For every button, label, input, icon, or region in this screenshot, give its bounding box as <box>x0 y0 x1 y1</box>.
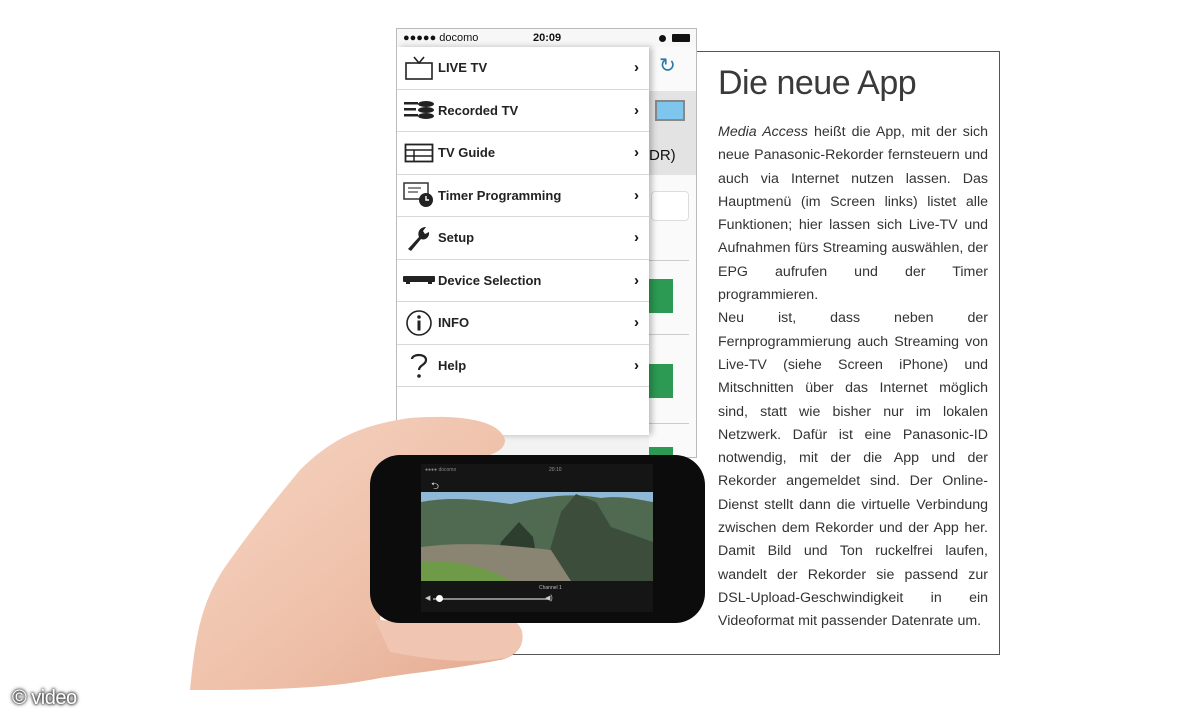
player-status-time: 20:10 <box>549 467 562 473</box>
volume-high-icon: ◀) <box>545 595 553 602</box>
volume-low-icon: ◀ <box>425 595 431 602</box>
player-status-carrier: ●●●● docomo <box>425 467 457 473</box>
video-frame[interactable] <box>421 492 653 581</box>
copyright-watermark: © video <box>12 687 77 709</box>
volume-slider-knob[interactable] <box>435 595 443 602</box>
phone-player: ●●●● docomo 20:10 ⮌ Channel 1 ◀ ◀) <box>370 455 705 623</box>
volume-slider[interactable] <box>433 598 548 600</box>
channel-label: Channel 1 <box>539 585 562 591</box>
player-screen: ●●●● docomo 20:10 ⮌ Channel 1 ◀ ◀) <box>421 464 653 612</box>
